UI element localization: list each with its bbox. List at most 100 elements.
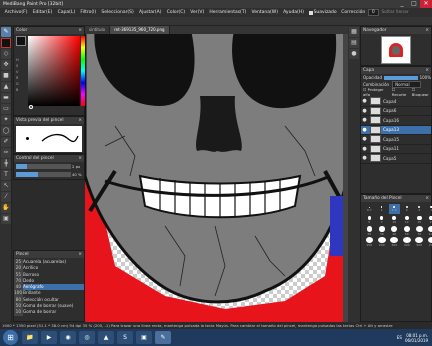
brush-size-option[interactable]: 300 [389,237,400,247]
brush-opacity-slider[interactable] [16,172,71,177]
brush-size-option[interactable]: 5 [364,215,375,225]
media-player-icon[interactable]: ▶ [41,331,57,344]
divide-tool-icon[interactable]: ╋ [1,159,11,169]
layer-row[interactable]: ● Capa15 [361,135,431,145]
menu-tools[interactable]: Herramientas(T) [207,10,249,15]
eraser-tool-icon[interactable]: ◇ [1,49,11,59]
brush-size-option[interactable]: 3 [414,204,425,214]
close-button[interactable]: ✕ [420,0,432,8]
vlc-icon[interactable]: ▲ [98,331,114,344]
menu-layer[interactable]: Capa(L) [55,10,78,15]
brush-size-option[interactable]: 1.5 [389,204,400,214]
layer-opacity-slider[interactable] [383,75,418,80]
start-button[interactable]: ⊞ [3,330,18,345]
brush-size-option[interactable]: 10 [389,215,400,225]
brush-size-option[interactable]: 2 [402,204,413,214]
brush-list-item[interactable]: 10 Goma de borrar [14,309,84,316]
language-indicator[interactable]: ES [397,335,402,340]
close-icon[interactable]: × [78,155,84,162]
clock[interactable]: 08:01 p.m. 06/01/2019 [405,333,428,343]
brush-size-option[interactable]: 50 [402,226,413,236]
layer-row-selected[interactable]: ● Capa13 [361,125,431,135]
layer-row[interactable]: ● Capa11 [361,144,431,154]
brush-size-option[interactable]: 70 [414,226,425,236]
menu-help[interactable]: Ayuda(H) [281,10,307,15]
brush-size-option[interactable]: 1 [377,204,388,214]
eyedropper-icon[interactable]: ⁄ [1,192,11,202]
fill-tool-icon[interactable]: ▲ [1,82,11,92]
text-tool-icon[interactable]: T [1,170,11,180]
fg-color-swatch[interactable] [1,38,11,48]
foreground-color-swatch[interactable] [16,36,26,46]
magic-wand-icon[interactable]: ✦ [1,115,11,125]
eye-icon[interactable]: ● [361,155,368,161]
lasso-tool-icon[interactable]: ◯ [1,126,11,136]
doc-tab-active[interactable]: ret-369135_960_720.png [110,26,170,34]
saturation-value-picker[interactable] [28,36,80,106]
brush-dock-icon[interactable]: ● [349,49,359,59]
paint-app-icon[interactable]: ✎ [155,331,171,344]
eye-icon[interactable]: ● [361,108,368,114]
brush-size-option[interactable]: 0.7 [364,204,375,214]
select-pen-icon[interactable]: ✐ [1,137,11,147]
brush-size-option[interactable]: 20 [427,215,432,225]
chrome-icon[interactable]: ◎ [79,331,95,344]
brush-size-option[interactable]: 12 [402,215,413,225]
brush-size-option[interactable]: 200 [377,237,388,247]
brush-size-option[interactable]: 7 [377,215,388,225]
brush-size-slider[interactable] [16,164,71,169]
layer-row[interactable]: ● Capa5 [361,154,431,164]
layer-row[interactable]: ● Capa16 [361,116,431,126]
move-tool-icon[interactable]: ✥ [1,60,11,70]
brush-size-option[interactable]: 4 [427,204,432,214]
hand-tool-icon[interactable]: ✋ [1,203,11,213]
brush-size-option[interactable]: 400 [402,237,413,247]
brush-size-option[interactable]: 25 [364,226,375,236]
antialias-toggle[interactable]: Suavizado [307,10,339,15]
brush-size-option[interactable]: 15 [414,215,425,225]
explorer-icon[interactable]: 📁 [22,331,38,344]
menu-file[interactable]: Archivo(F) [2,10,30,15]
lock-checkbox[interactable]: ☐ Bloquear [412,87,431,97]
brush-size-option[interactable]: 150 [364,237,375,247]
close-icon[interactable]: × [425,27,431,34]
select-tool-icon[interactable]: ▭ [1,104,11,114]
eye-icon[interactable]: ● [361,117,368,123]
layer-dock-icon[interactable]: ▤ [349,38,359,48]
correction-select[interactable]: 0 [367,9,379,16]
brush-size-option[interactable]: 40 [389,226,400,236]
gradient-tool-icon[interactable]: ▬ [1,93,11,103]
pen-tool-icon[interactable]: ✎ [1,27,11,37]
menu-window[interactable]: Ventana(W) [249,10,281,15]
select-eraser-icon[interactable]: ✑ [1,148,11,158]
menu-edit[interactable]: Editar(E) [30,10,55,15]
minimize-button[interactable]: _ [396,0,408,8]
operation-tool-icon[interactable]: ↖ [1,181,11,191]
close-icon[interactable]: × [78,251,84,258]
clipping-checkbox[interactable]: ☐ Recorte [392,87,409,97]
menu-adjust[interactable]: Ajustar(A) [136,10,164,15]
browser-icon[interactable]: ◉ [60,331,76,344]
menu-view[interactable]: Ver(V) [188,10,207,15]
skype-icon[interactable]: S [117,331,133,344]
brush-size-option[interactable]: 30 [377,226,388,236]
color-mode-buttons[interactable]: HSVRGB [16,57,26,97]
close-icon[interactable]: × [78,27,84,34]
brush-size-option[interactable]: 700 [427,237,432,247]
navigator-dock-icon[interactable]: ▦ [349,27,359,37]
brush-size-option[interactable]: 100 [427,226,432,236]
brush-size-option[interactable]: 500 [414,237,425,247]
eye-icon[interactable]: ● [361,136,368,142]
close-icon[interactable]: × [78,117,84,124]
layer-row[interactable]: ● Capa6 [361,106,431,116]
eye-icon[interactable]: ● [361,127,368,133]
mask-tool-icon[interactable]: ▣ [1,214,11,224]
photo-icon[interactable]: ▣ [136,331,152,344]
menu-select[interactable]: Seleccionar(S) [99,10,137,15]
navigator-thumbnail[interactable] [381,36,411,64]
menu-color[interactable]: Color(C) [164,10,188,15]
canvas-area[interactable] [85,26,348,322]
layer-row[interactable]: ● Capa4 [361,97,431,107]
eye-icon[interactable]: ● [361,146,368,152]
doc-tab[interactable]: sintitulo [85,26,111,34]
